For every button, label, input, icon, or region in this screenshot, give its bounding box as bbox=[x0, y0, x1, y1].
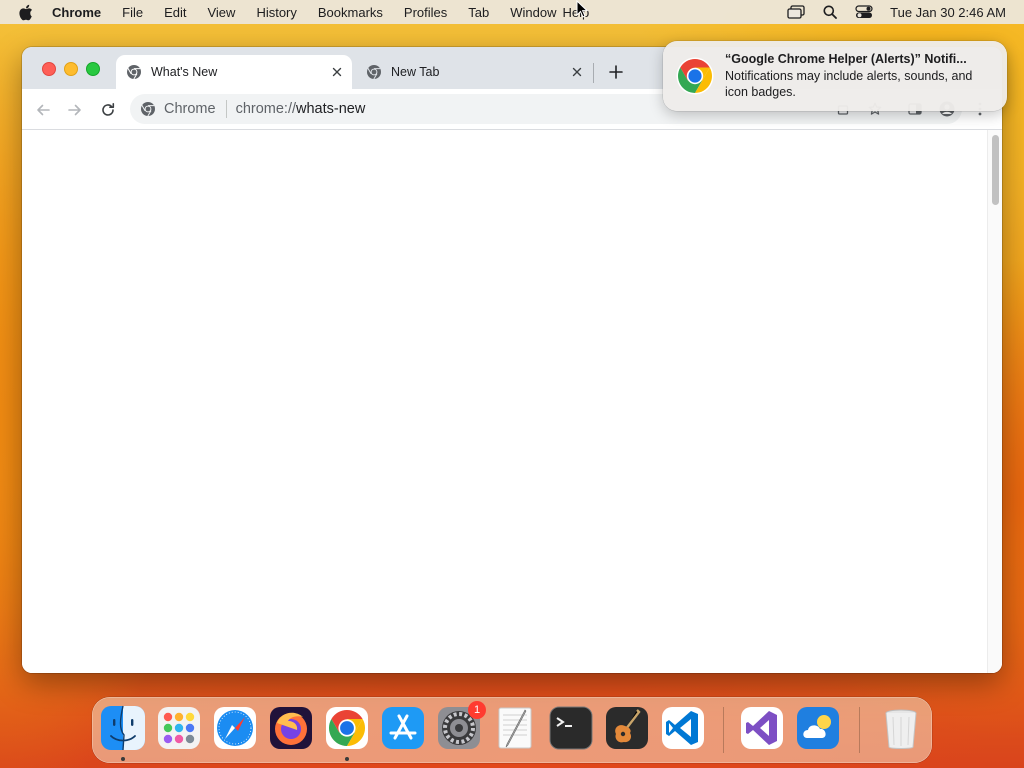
launchpad-icon bbox=[158, 707, 200, 749]
site-info-chip[interactable]: Chrome bbox=[140, 101, 216, 117]
forward-arrow-icon bbox=[68, 104, 81, 116]
omnibox-divider bbox=[225, 100, 227, 118]
app-store-icon bbox=[382, 707, 424, 749]
textedit-icon bbox=[498, 707, 532, 749]
tab-whats-new[interactable]: What's New bbox=[116, 55, 352, 89]
menu-bar-extras: Tue Jan 30 2:46 AM bbox=[772, 0, 1006, 24]
dock-trash[interactable] bbox=[878, 705, 924, 751]
window-close-button[interactable] bbox=[42, 62, 56, 76]
spotlight-search-icon[interactable] bbox=[820, 4, 840, 20]
dock-app-store[interactable] bbox=[380, 705, 426, 751]
dock-safari[interactable] bbox=[212, 705, 258, 751]
menu-profiles[interactable]: Profiles bbox=[404, 5, 447, 20]
notification-badge: 1 bbox=[468, 701, 486, 719]
dock-firefox[interactable] bbox=[268, 705, 314, 751]
tab-new-tab[interactable]: New Tab bbox=[356, 55, 592, 89]
dock-separator bbox=[859, 707, 860, 753]
menu-history[interactable]: History bbox=[256, 5, 296, 20]
dock-chrome[interactable] bbox=[324, 705, 370, 751]
tab-close-icon[interactable] bbox=[328, 63, 346, 81]
tab-label: What's New bbox=[151, 65, 218, 79]
site-info-label: Chrome bbox=[164, 101, 216, 117]
page-scrollbar[interactable] bbox=[987, 130, 1002, 673]
mouse-cursor bbox=[576, 0, 589, 23]
menu-bar-clock[interactable]: Tue Jan 30 2:46 AM bbox=[890, 5, 1006, 20]
back-arrow-icon bbox=[37, 104, 50, 116]
chrome-icon bbox=[326, 707, 368, 749]
trash-icon bbox=[885, 709, 917, 749]
chrome-window: What's New New Tab Chrome chrome://whats… bbox=[22, 47, 1002, 673]
dock-vscode[interactable] bbox=[660, 705, 706, 751]
window-controls bbox=[42, 62, 100, 76]
google-chrome-icon bbox=[676, 57, 714, 95]
scrollbar-thumb[interactable] bbox=[992, 135, 999, 205]
notification-body: Notifications may include alerts, sounds… bbox=[725, 69, 973, 99]
screen-mirroring-icon[interactable] bbox=[786, 4, 806, 20]
menu-bar: Chrome File Edit View History Bookmarks … bbox=[0, 0, 1024, 24]
dock-finder[interactable] bbox=[100, 705, 146, 751]
window-minimize-button[interactable] bbox=[64, 62, 78, 76]
new-tab-button[interactable] bbox=[605, 61, 627, 83]
menu-tab[interactable]: Tab bbox=[468, 5, 489, 20]
tab-separator bbox=[593, 63, 594, 83]
apple-menu-icon[interactable] bbox=[18, 4, 36, 21]
omnibox-url[interactable]: chrome://whats-new bbox=[236, 101, 366, 117]
dock-system-settings[interactable]: 1 bbox=[436, 701, 486, 751]
url-host: whats-new bbox=[296, 101, 366, 117]
tab-close-icon[interactable] bbox=[568, 63, 586, 81]
menu-app-name[interactable]: Chrome bbox=[52, 5, 101, 20]
dock-weather[interactable] bbox=[795, 705, 841, 751]
reload-icon bbox=[102, 103, 115, 116]
safari-icon bbox=[214, 707, 256, 749]
running-indicator bbox=[345, 757, 349, 761]
garageband-guitar-icon bbox=[606, 707, 648, 749]
back-button[interactable] bbox=[32, 99, 54, 121]
forward-button[interactable] bbox=[64, 99, 86, 121]
dock: 1 bbox=[92, 697, 932, 763]
dock-separator bbox=[723, 707, 724, 753]
url-scheme: chrome:// bbox=[235, 101, 297, 117]
terminal-icon bbox=[549, 706, 593, 750]
tab-label: New Tab bbox=[391, 65, 440, 79]
running-indicator bbox=[121, 757, 125, 761]
menu-edit[interactable]: Edit bbox=[164, 5, 186, 20]
menu-bookmarks[interactable]: Bookmarks bbox=[318, 5, 383, 20]
dock-launchpad[interactable] bbox=[156, 705, 202, 751]
firefox-icon bbox=[270, 707, 312, 749]
menu-window[interactable]: Window bbox=[510, 5, 556, 20]
page-content bbox=[22, 130, 1002, 673]
finder-icon bbox=[101, 705, 145, 751]
vscode-icon bbox=[662, 707, 704, 749]
menu-file[interactable]: File bbox=[122, 5, 143, 20]
menu-view[interactable]: View bbox=[207, 5, 235, 20]
notification-title: “Google Chrome Helper (Alerts)” Notifi..… bbox=[725, 52, 967, 66]
notification-banner[interactable]: “Google Chrome Helper (Alerts)” Notifi..… bbox=[663, 41, 1007, 111]
reload-button[interactable] bbox=[97, 99, 119, 121]
visual-studio-icon bbox=[741, 707, 783, 749]
chrome-logo-icon bbox=[141, 102, 155, 117]
weather-icon bbox=[797, 707, 839, 749]
chrome-favicon-icon bbox=[127, 65, 141, 80]
dock-textedit[interactable] bbox=[492, 705, 538, 751]
plus-icon bbox=[609, 65, 623, 79]
dock-terminal[interactable] bbox=[548, 705, 594, 751]
dock-garageband[interactable] bbox=[604, 705, 650, 751]
window-zoom-button[interactable] bbox=[86, 62, 100, 76]
dock-visual-studio[interactable] bbox=[739, 705, 785, 751]
control-center-icon[interactable] bbox=[854, 4, 874, 20]
chrome-favicon-icon bbox=[367, 65, 381, 80]
